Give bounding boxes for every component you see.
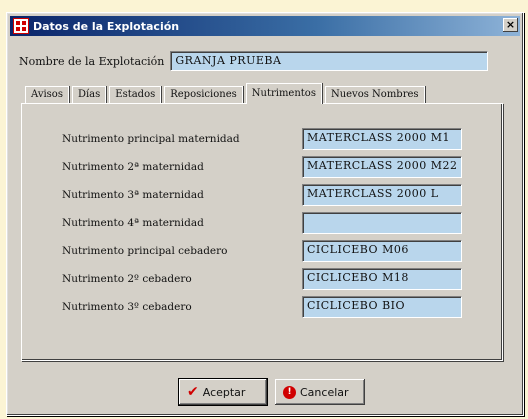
tab-strip: Avisos Días Estados Reposiciones Nutrime… (25, 83, 428, 104)
app-logo-icon (13, 18, 29, 34)
field-label: Nutrimento principal maternidad (62, 133, 240, 145)
nutrimentos-panel: Nutrimento principal maternidad MATERCLA… (21, 103, 503, 361)
title-bar[interactable]: Datos de la Explotación × (10, 16, 520, 36)
nutrient-input[interactable]: CICLICEBO BIO (302, 296, 462, 318)
form-row: Nutrimento 2º cebadero CICLICEBO M18 (62, 268, 502, 292)
nutrient-input[interactable] (302, 212, 462, 234)
checkmark-icon: ✔ (187, 384, 199, 400)
close-button[interactable]: × (503, 18, 518, 32)
cancel-icon: ! (283, 385, 296, 399)
exploitation-name-label: Nombre de la Explotación (19, 54, 165, 68)
tab-estados[interactable]: Estados (109, 86, 162, 103)
exploitation-name-input[interactable]: GRANJA PRUEBA (170, 51, 489, 71)
tab-nutrimentos[interactable]: Nutrimentos (245, 83, 322, 104)
dialog-buttons: ✔ Aceptar ! Cancelar (178, 378, 365, 406)
form-row: Nutrimento 3ª maternidad MATERCLASS 2000… (62, 184, 502, 208)
tab-avisos[interactable]: Avisos (25, 86, 69, 103)
form-row: Nutrimento 3º cebadero CICLICEBO BIO (62, 296, 502, 320)
window-title: Datos de la Explotación (33, 19, 180, 33)
form-row: Nutrimento principal maternidad MATERCLA… (62, 128, 502, 152)
dialog-window: Datos de la Explotación × Nombre de la E… (6, 12, 524, 416)
nutrient-input[interactable]: CICLICEBO M06 (302, 240, 462, 262)
nutrient-input[interactable]: MATERCLASS 2000 M22 (302, 156, 462, 178)
form-row: Nutrimento 2ª maternidad MATERCLASS 2000… (62, 156, 502, 180)
field-label: Nutrimento 3º cebadero (62, 301, 192, 313)
form-row: Nutrimento 4ª maternidad (62, 212, 502, 236)
field-label: Nutrimento 2º cebadero (62, 273, 192, 285)
form-row: Nutrimento principal cebadero CICLICEBO … (62, 240, 502, 264)
nutrient-input[interactable]: CICLICEBO M18 (302, 268, 462, 290)
tab-dias[interactable]: Días (71, 86, 107, 103)
exploitation-name-row: Nombre de la Explotación GRANJA PRUEBA (19, 51, 489, 71)
tab-reposiciones[interactable]: Reposiciones (164, 86, 243, 103)
accept-button-label: Aceptar (202, 385, 246, 399)
field-label: Nutrimento 4ª maternidad (62, 217, 204, 229)
accept-button[interactable]: ✔ Aceptar (178, 378, 268, 406)
nutrient-input[interactable]: MATERCLASS 2000 L (302, 184, 462, 206)
field-label: Nutrimento 3ª maternidad (62, 189, 204, 201)
field-label: Nutrimento principal cebadero (62, 245, 228, 257)
cancel-button-label: Cancelar (300, 385, 349, 399)
nutrient-input[interactable]: MATERCLASS 2000 M1 (302, 128, 462, 150)
cancel-button[interactable]: ! Cancelar (275, 379, 365, 405)
field-label: Nutrimento 2ª maternidad (62, 161, 204, 173)
tab-nuevos-nombres[interactable]: Nuevos Nombres (324, 86, 425, 103)
